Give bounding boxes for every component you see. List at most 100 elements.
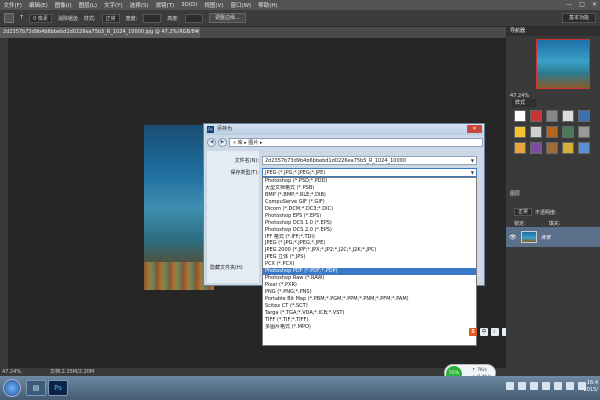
menu-help[interactable]: 帮助(H) bbox=[255, 1, 281, 9]
chevron-down-icon[interactable]: ▼ bbox=[471, 157, 474, 165]
menu-file[interactable]: 文件(F) bbox=[0, 1, 25, 9]
format-option[interactable]: BMP (*.BMP;*.RLE;*.DIB) bbox=[263, 192, 476, 199]
style-swatch[interactable] bbox=[514, 110, 526, 122]
menu-type[interactable]: 文字(Y) bbox=[101, 1, 127, 9]
photoshop-icon: Ps bbox=[207, 126, 214, 133]
refine-edge-button[interactable]: 调整边缘... bbox=[208, 13, 246, 23]
toolbox bbox=[0, 38, 8, 368]
tray-icon[interactable] bbox=[518, 382, 526, 390]
format-option[interactable]: PNG (*.PNG;*.PNS) bbox=[263, 289, 476, 296]
format-option[interactable]: JPEG 立体 (*.JPS) bbox=[263, 254, 476, 261]
layer-item-background[interactable]: 👁 背景 bbox=[506, 227, 600, 247]
format-option[interactable]: Photoshop Raw (*.RAW) bbox=[263, 275, 476, 282]
style-select[interactable]: 正常 bbox=[101, 13, 120, 23]
style-swatch[interactable] bbox=[546, 110, 558, 122]
tray-icon[interactable] bbox=[554, 382, 562, 390]
tray-icon[interactable] bbox=[530, 382, 538, 390]
format-option[interactable]: Targa (*.TGA;*.VDA;*.ICB;*.VST) bbox=[263, 310, 476, 317]
format-option[interactable]: 多图片格式 (*.MPO) bbox=[263, 324, 476, 331]
format-option[interactable]: Scitex CT (*.SCT) bbox=[263, 303, 476, 310]
clock[interactable]: 16:4 2015/ bbox=[584, 380, 598, 394]
dialog-titlebar: Ps 另存为 bbox=[204, 124, 484, 135]
style-swatch[interactable] bbox=[562, 110, 574, 122]
format-option[interactable]: IFF 格式 (*.IFF;*.TDI) bbox=[263, 234, 476, 241]
menu-3d[interactable]: 3D(D) bbox=[178, 2, 201, 8]
menu-select[interactable]: 选择(S) bbox=[126, 1, 152, 9]
close-window-button[interactable]: ✕ bbox=[592, 0, 597, 10]
layer-name[interactable]: 背景 bbox=[541, 234, 551, 241]
format-option[interactable]: JPEG (*.JPG;*.JPEG;*.JPE) bbox=[263, 240, 476, 247]
format-option[interactable]: Photoshop DCS 2.0 (*.EPS) bbox=[263, 227, 476, 234]
format-option[interactable]: CompuServe GIF (*.GIF) bbox=[263, 199, 476, 206]
format-option[interactable]: TIFF (*.TIF;*.TIFF) bbox=[263, 317, 476, 324]
back-arrow-icon[interactable]: ◀ bbox=[207, 138, 216, 147]
ime-chinese-icon[interactable]: 中 bbox=[480, 328, 488, 336]
maximize-button[interactable]: □ bbox=[579, 0, 585, 10]
start-button[interactable] bbox=[3, 379, 21, 397]
style-swatch[interactable] bbox=[562, 142, 574, 154]
dialog-close-button[interactable]: ✕ bbox=[467, 125, 482, 133]
format-option[interactable]: Photoshop DCS 1.0 (*.EPS) bbox=[263, 220, 476, 227]
minimize-button[interactable]: — bbox=[566, 0, 572, 10]
format-option[interactable]: Photoshop (*.PSD;*.PDD) bbox=[263, 178, 476, 185]
right-panel-dock: 导航器 47.24% 样式 图层 正常 不透明度: 锁定: 填充: 👁 背景 bbox=[506, 27, 600, 368]
tray-icon[interactable] bbox=[506, 382, 514, 390]
style-swatch[interactable] bbox=[514, 142, 526, 154]
taskbar-folder-icon[interactable]: ▤ bbox=[26, 380, 46, 396]
filetype-select[interactable]: JPEG (*.JPG;*.JPEG;*.JPE) ▼ bbox=[262, 168, 477, 177]
layers-tab[interactable]: 图层 bbox=[510, 190, 520, 197]
style-swatch[interactable] bbox=[562, 126, 574, 138]
style-swatch[interactable] bbox=[546, 126, 558, 138]
style-swatch[interactable] bbox=[530, 110, 542, 122]
navigator-thumbnail[interactable] bbox=[536, 39, 590, 89]
styles-tab[interactable]: 样式 bbox=[512, 99, 536, 107]
hide-folders-toggle[interactable]: 隐藏文件夹(H) bbox=[210, 264, 243, 271]
format-option[interactable]: 大型文档格式 (*.PSB) bbox=[263, 185, 476, 192]
filetype-label: 保存类型(T): bbox=[230, 170, 259, 176]
feather-input[interactable]: 0 像素 bbox=[29, 13, 52, 23]
format-option[interactable]: JPEG 2000 (*.JPF;*.JPX;*.JP2;*.J2C;*.J2K… bbox=[263, 247, 476, 254]
menu-window[interactable]: 窗口(W) bbox=[227, 1, 255, 9]
style-swatch[interactable] bbox=[578, 126, 590, 138]
menu-filter[interactable]: 滤镜(T) bbox=[152, 1, 178, 9]
breadcrumb[interactable]: « 库 ▸ 图片 ▸ bbox=[229, 138, 483, 147]
document-tab[interactable]: 2d2357b73d9b4b6bbebd1d0226ea75b5_R_1024_… bbox=[0, 27, 200, 38]
filename-input[interactable]: 2d2357b73d9b4b6bbebd1d0226ea75b5_R_1024_… bbox=[262, 156, 477, 165]
format-option[interactable]: Portable Bit Map (*.PBM;*.PGM;*.PPM;*.PN… bbox=[263, 296, 476, 303]
style-swatch[interactable] bbox=[530, 126, 542, 138]
antialias-checkbox[interactable]: 消除锯齿 bbox=[58, 15, 78, 22]
ime-moon-icon[interactable]: ☾ bbox=[491, 328, 499, 336]
format-option[interactable]: Pixar (*.PXR) bbox=[263, 282, 476, 289]
sogou-ime-icon[interactable]: S bbox=[469, 328, 477, 336]
style-swatch[interactable] bbox=[578, 142, 590, 154]
forward-arrow-icon[interactable]: ▶ bbox=[218, 138, 227, 147]
format-option[interactable]: Dicom (*.DCM;*.DC3;*.DIC) bbox=[263, 206, 476, 213]
width-input[interactable] bbox=[143, 13, 162, 23]
blend-mode-select[interactable]: 正常 bbox=[514, 208, 533, 216]
height-input[interactable] bbox=[184, 13, 203, 23]
navigator-tab[interactable]: 导航器 bbox=[506, 27, 600, 36]
style-swatch[interactable] bbox=[514, 126, 526, 138]
format-option[interactable]: PCX (*.PCX) bbox=[263, 261, 476, 268]
chevron-down-icon[interactable]: ▼ bbox=[471, 169, 474, 177]
workspace-select[interactable]: 基本功能 bbox=[561, 13, 596, 23]
format-option[interactable]: Photoshop EPS (*.EPS) bbox=[263, 213, 476, 220]
style-swatch[interactable] bbox=[530, 142, 542, 154]
taskbar-photoshop-icon[interactable]: Ps bbox=[48, 380, 68, 396]
style-swatch[interactable] bbox=[578, 110, 590, 122]
clock-time: 16:4 bbox=[586, 380, 598, 386]
menu-layer[interactable]: 图层(L) bbox=[75, 1, 100, 9]
marquee-tool-icon[interactable] bbox=[4, 13, 14, 23]
tray-icon[interactable] bbox=[566, 382, 574, 390]
eye-icon[interactable]: 👁 bbox=[509, 234, 517, 241]
zoom-readout[interactable]: 47.24% bbox=[2, 368, 21, 376]
menu-edit[interactable]: 编辑(E) bbox=[25, 1, 51, 9]
menu-image[interactable]: 图像(I) bbox=[51, 1, 75, 9]
taskbar: ▤ Ps 16:4 2015/ bbox=[0, 376, 600, 400]
filename-value: 2d2357b73d9b4b6bbebd1d0226ea75b5_R_1024_… bbox=[265, 158, 406, 164]
doc-size[interactable]: 文档:2.25M/2.20M bbox=[50, 368, 94, 376]
format-option-selected[interactable]: Photoshop PDF (*.PDF;*.PDP) bbox=[263, 268, 476, 276]
style-swatch[interactable] bbox=[546, 142, 558, 154]
tray-icon[interactable] bbox=[542, 382, 550, 390]
menu-view[interactable]: 视图(V) bbox=[201, 1, 227, 9]
